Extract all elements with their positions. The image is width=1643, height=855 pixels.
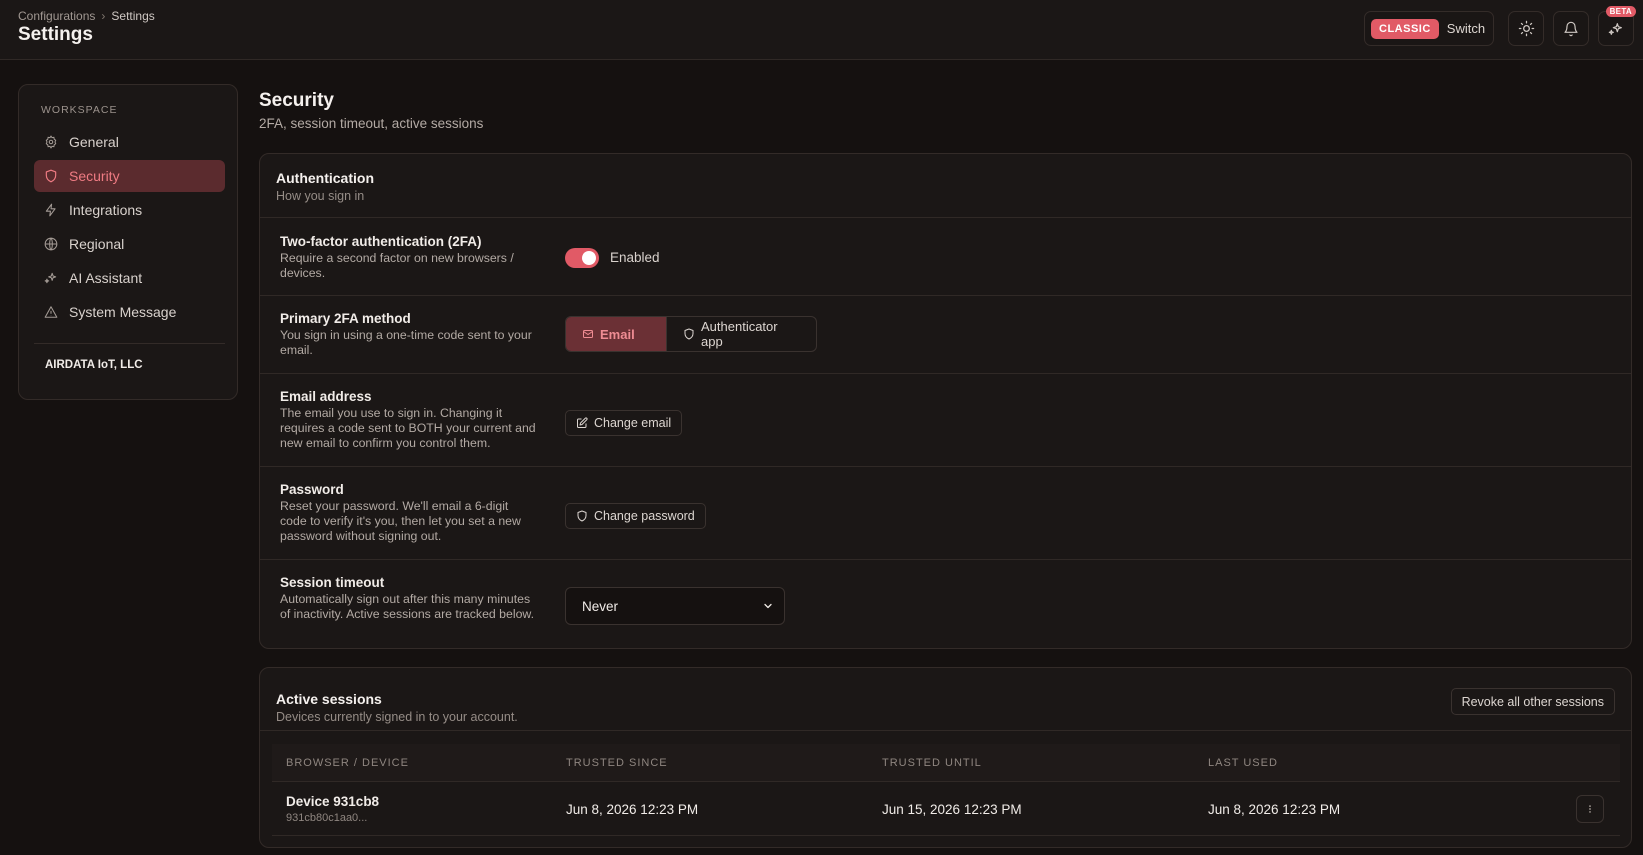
chevron-down-icon xyxy=(762,600,774,612)
bolt-icon xyxy=(44,203,58,217)
method-email-button[interactable]: Email xyxy=(566,317,666,351)
shield-icon xyxy=(44,169,58,183)
sidebar-item-regional[interactable]: Regional xyxy=(34,228,225,260)
table-row: Device 931cb8 931cb80c1aa0... Jun 8, 202… xyxy=(272,782,1620,836)
setting-desc-session-timeout: Automatically sign out after this many m… xyxy=(280,592,535,621)
row-actions-button[interactable] xyxy=(1576,795,1604,823)
ui-mode-switch[interactable]: CLASSIC Switch xyxy=(1364,11,1494,46)
warning-icon xyxy=(44,305,58,319)
card-title: Active sessions xyxy=(276,691,382,707)
2fa-toggle-label: Enabled xyxy=(610,250,660,265)
beta-badge: BETA xyxy=(1605,6,1636,17)
trusted-since: Jun 8, 2026 12:23 PM xyxy=(566,802,699,817)
shield-icon xyxy=(576,510,588,522)
section-subtitle: 2FA, session timeout, active sessions xyxy=(259,116,484,131)
device-id: 931cb80c1aa0... xyxy=(286,812,368,824)
setting-title-session-timeout: Session timeout xyxy=(280,575,385,590)
setting-desc-2fa: Require a second factor on new browsers … xyxy=(280,251,514,280)
sidebar-item-label: General xyxy=(69,134,119,150)
authentication-card: Authentication How you sign in Two-facto… xyxy=(259,153,1632,649)
setting-title-primary-method: Primary 2FA method xyxy=(280,311,411,326)
column-header: LAST USED xyxy=(1208,757,1278,769)
revoke-all-sessions-button[interactable]: Revoke all other sessions xyxy=(1450,688,1615,715)
divider xyxy=(260,373,1631,374)
ai-assistant-button[interactable]: BETA xyxy=(1598,6,1636,46)
sidebar-item-integrations[interactable]: Integrations xyxy=(34,194,225,226)
sidebar-divider xyxy=(34,343,225,344)
organization-name: AIRDATA IoT, LLC xyxy=(45,359,143,371)
more-vertical-icon xyxy=(1585,804,1595,814)
setting-desc-primary-method: You sign in using a one-time code sent t… xyxy=(280,328,532,357)
setting-title-password: Password xyxy=(280,482,344,497)
session-timeout-value: Never xyxy=(582,598,619,614)
setting-desc-password: Reset your password. We'll email a 6-dig… xyxy=(280,499,521,543)
session-timeout-select[interactable]: Never xyxy=(565,587,785,625)
sidebar-item-general[interactable]: General xyxy=(34,126,225,158)
sidebar-item-label: Security xyxy=(69,168,120,184)
sidebar-item-label: Regional xyxy=(69,236,125,252)
method-email-label: Email xyxy=(600,326,635,342)
trusted-until: Jun 15, 2026 12:23 PM xyxy=(882,802,1022,817)
column-header: TRUSTED SINCE xyxy=(566,757,668,769)
change-password-label: Change password xyxy=(594,509,695,523)
sidebar-item-label: Integrations xyxy=(69,202,143,218)
mail-icon xyxy=(582,328,594,340)
setting-title-2fa: Two-factor authentication (2FA) xyxy=(280,234,482,249)
sessions-table: BROWSER / DEVICE TRUSTED SINCE TRUSTED U… xyxy=(272,744,1620,836)
sidebar-item-label: System Message xyxy=(69,304,177,320)
sparkle-icon xyxy=(44,271,58,285)
breadcrumb-configurations[interactable]: Configurations xyxy=(18,9,95,23)
sidebar-item-ai-assistant[interactable]: AI Assistant xyxy=(34,262,225,294)
sidebar-heading: WORKSPACE xyxy=(41,104,118,116)
sun-icon xyxy=(1518,20,1535,37)
gear-icon xyxy=(44,135,58,149)
method-authenticator-button[interactable]: Authenticator app xyxy=(666,317,816,351)
card-title: Authentication xyxy=(276,170,374,186)
divider xyxy=(260,730,1631,731)
table-header: BROWSER / DEVICE TRUSTED SINCE TRUSTED U… xyxy=(272,744,1620,782)
column-header: TRUSTED UNTIL xyxy=(882,757,982,769)
last-used: Jun 8, 2026 12:23 PM xyxy=(1208,802,1341,817)
notifications-button[interactable] xyxy=(1553,11,1589,46)
device-name: Device 931cb8 xyxy=(286,794,380,809)
bell-icon xyxy=(1563,21,1579,37)
card-subtitle: Devices currently signed in to your acco… xyxy=(276,710,518,724)
change-email-label: Change email xyxy=(594,416,672,430)
primary-method-selector: Email Authenticator app xyxy=(565,316,817,352)
top-header: Configurations › Settings Settings CLASS… xyxy=(0,0,1643,60)
method-authenticator-label: Authenticator app xyxy=(701,319,778,349)
shield-icon xyxy=(683,328,695,340)
divider xyxy=(260,466,1631,467)
change-password-button[interactable]: Change password xyxy=(565,503,706,529)
sparkle-icon xyxy=(1608,21,1624,37)
divider xyxy=(260,217,1631,218)
switch-label: Switch xyxy=(1446,21,1486,36)
divider xyxy=(260,559,1631,560)
active-sessions-card: Active sessions Devices currently signed… xyxy=(259,667,1632,848)
setting-title-email: Email address xyxy=(280,389,372,404)
2fa-toggle[interactable] xyxy=(565,248,599,268)
settings-sidebar: WORKSPACE General Security Integrations xyxy=(18,84,238,400)
column-header: BROWSER / DEVICE xyxy=(286,757,409,769)
sidebar-item-security[interactable]: Security xyxy=(34,160,225,192)
classic-badge: CLASSIC xyxy=(1371,18,1439,39)
sidebar-item-label: AI Assistant xyxy=(69,270,143,286)
breadcrumb-settings: Settings xyxy=(111,9,155,23)
chevron-right-icon: › xyxy=(101,9,106,23)
card-subtitle: How you sign in xyxy=(276,189,365,203)
setting-desc-email: The email you use to sign in. Changing i… xyxy=(280,406,536,450)
edit-icon xyxy=(576,417,588,429)
sidebar-item-system-message[interactable]: System Message xyxy=(34,296,225,328)
globe-icon xyxy=(44,237,58,251)
theme-toggle-button[interactable] xyxy=(1508,11,1544,46)
divider xyxy=(260,295,1631,296)
change-email-button[interactable]: Change email xyxy=(565,410,683,436)
page-title: Settings xyxy=(18,24,93,45)
section-title: Security xyxy=(259,90,334,111)
breadcrumb: Configurations › Settings xyxy=(18,9,155,23)
